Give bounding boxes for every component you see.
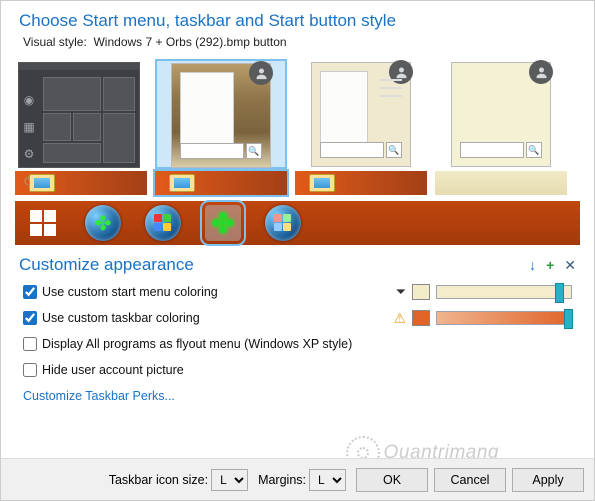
icon-size-label: Taskbar icon size: [109, 473, 208, 487]
orb-windows-flat[interactable] [265, 205, 301, 241]
orb-clover-dark[interactable]: ✤ [85, 205, 121, 241]
download-icon[interactable]: ↓ [529, 257, 536, 273]
margins-label: Margins: [258, 473, 306, 487]
preview-gold[interactable]: 🔍 [155, 59, 287, 169]
search-icon: 🔍 [526, 142, 542, 158]
start-button-row: ✤ ✤ [15, 201, 580, 245]
folder-icon [29, 174, 55, 192]
folder-icon [169, 174, 195, 192]
startmenu-preview-row: ◉ ▦ ⚙ ⏻ [1, 55, 594, 169]
cancel-button[interactable]: Cancel [434, 468, 506, 492]
ok-button[interactable]: OK [356, 468, 428, 492]
option-startmenu-coloring: Use custom start menu coloring ⏷ [23, 279, 572, 305]
orb-windows-tiles[interactable] [25, 205, 61, 241]
icon-size-select[interactable]: L [211, 469, 248, 491]
color-swatch[interactable] [412, 284, 430, 300]
warning-icon: ⚠ [393, 310, 406, 327]
drop-icon[interactable]: ⏷ [396, 284, 406, 300]
apply-button[interactable]: Apply [512, 468, 584, 492]
taskbar-preview[interactable] [295, 171, 427, 195]
header: Choose Start menu, taskbar and Start but… [1, 1, 594, 35]
preview-pale[interactable]: 🔍 [435, 59, 567, 169]
option-label: Use custom start menu coloring [42, 285, 218, 299]
option-label: Hide user account picture [42, 363, 184, 377]
checkbox-startmenu[interactable]: Use custom start menu coloring [23, 285, 218, 299]
add-icon[interactable]: + [546, 257, 554, 273]
page-title: Choose Start menu, taskbar and Start but… [19, 11, 576, 31]
taskbar-preview-row [1, 169, 594, 195]
option-label: Display All programs as flyout menu (Win… [42, 337, 352, 351]
checkbox-input[interactable] [23, 363, 37, 377]
search-icon: 🔍 [246, 143, 262, 159]
search-icon: 🔍 [386, 142, 402, 158]
checkbox-taskbar[interactable]: Use custom taskbar coloring [23, 311, 200, 325]
margins-select[interactable]: L [309, 469, 346, 491]
orb-clover-green[interactable]: ✤ [205, 205, 241, 241]
checkbox-input[interactable] [23, 337, 37, 351]
option-label: Use custom taskbar coloring [42, 311, 200, 325]
color-swatch[interactable] [412, 310, 430, 326]
options-list: Use custom start menu coloring ⏷ Use cus… [1, 277, 594, 385]
photo-icon: ▦ [23, 120, 34, 134]
gear-icon: ⚙ [24, 147, 35, 161]
checkbox-input[interactable] [23, 311, 37, 325]
dialog-footer: Taskbar icon size: L Margins: L OK Cance… [1, 458, 594, 500]
slider-track[interactable] [436, 311, 572, 325]
preview-dark[interactable]: ◉ ▦ ⚙ ⏻ [15, 59, 147, 169]
user-icon: ◉ [24, 93, 34, 107]
visual-style-label: Visual style: [23, 35, 87, 49]
customize-perks-link[interactable]: Customize Taskbar Perks... [1, 385, 594, 407]
slider-track[interactable] [436, 285, 572, 299]
option-taskbar-coloring: Use custom taskbar coloring ⚠ [23, 305, 572, 331]
checkbox-hideuser[interactable]: Hide user account picture [23, 363, 184, 377]
visual-style-row: Visual style: Windows 7 + Orbs (292).bmp… [1, 35, 594, 55]
slider-thumb[interactable] [555, 283, 564, 303]
visual-style-value: Windows 7 + Orbs (292).bmp button [93, 35, 286, 49]
option-hide-user: Hide user account picture [23, 357, 572, 383]
checkbox-flyout[interactable]: Display All programs as flyout menu (Win… [23, 337, 352, 351]
section-title: Customize appearance [19, 255, 529, 275]
preview-beige[interactable]: 🔍 [295, 59, 427, 169]
orb-windows-classic[interactable] [145, 205, 181, 241]
appearance-header: Customize appearance ↓ + ✕ [1, 245, 594, 277]
checkbox-input[interactable] [23, 285, 37, 299]
close-icon[interactable]: ✕ [564, 257, 576, 274]
clover-icon: ✤ [205, 205, 241, 241]
taskbar-preview[interactable] [435, 171, 567, 195]
taskbar-preview[interactable] [15, 171, 147, 195]
option-flyout: Display All programs as flyout menu (Win… [23, 331, 572, 357]
taskbar-preview[interactable] [155, 171, 287, 195]
folder-icon [309, 174, 335, 192]
slider-thumb[interactable] [564, 309, 573, 329]
